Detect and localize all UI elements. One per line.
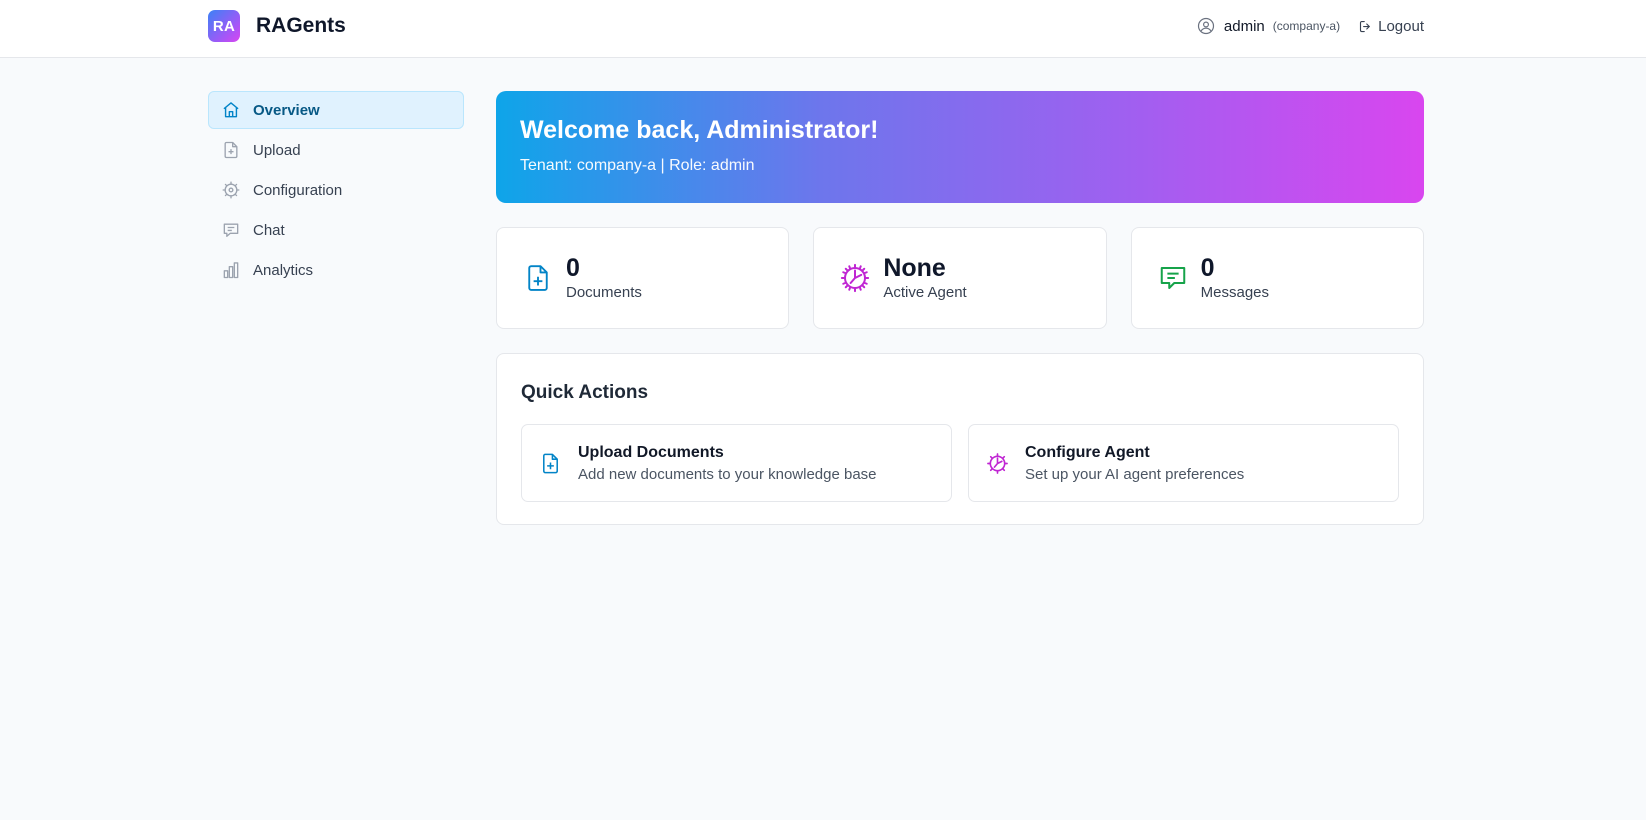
username: admin — [1223, 17, 1265, 35]
app-title: RAGents — [256, 14, 346, 37]
sidebar-item-analytics[interactable]: Analytics — [208, 251, 464, 289]
welcome-banner: Welcome back, Administrator! Tenant: com… — [496, 91, 1424, 203]
tenant-tag: (company-a) — [1272, 19, 1341, 33]
bar-chart-icon — [223, 262, 239, 279]
stat-card-active-agent: None Active Agent — [813, 227, 1107, 329]
upload-documents-action[interactable]: Upload Documents Add new documents to yo… — [521, 424, 952, 502]
stat-value: 0 — [566, 254, 580, 282]
quick-actions-list: Upload Documents Add new documents to yo… — [521, 424, 1399, 502]
gear-icon — [987, 452, 1008, 474]
stat-card-documents: 0 Documents — [496, 227, 790, 329]
file-plus-icon — [224, 141, 238, 159]
sidebar: Overview Upload Configuration Chat Analy… — [208, 91, 464, 291]
file-plus-icon — [528, 265, 548, 291]
quick-actions-title: Quick Actions — [521, 382, 649, 403]
logo-badge[interactable]: RA — [208, 10, 240, 42]
stats-row: 0 Documents None Active Agent 0 Messages — [496, 227, 1424, 329]
sidebar-item-configuration[interactable]: Configuration — [208, 171, 464, 209]
stat-label: Documents — [566, 284, 642, 301]
welcome-title: Welcome back, Administrator! — [520, 116, 879, 144]
stat-value: 0 — [1200, 254, 1215, 282]
welcome-subtitle: Tenant: company-a | Role: admin — [520, 157, 755, 174]
action-title: Upload Documents — [578, 443, 724, 461]
top-bar: RA RAGents admin (company-a) Logout — [0, 0, 1646, 58]
stat-value: None — [883, 254, 946, 282]
action-description: Add new documents to your knowledge base — [578, 465, 877, 483]
logout-label: Logout — [1378, 17, 1424, 35]
main-content: Welcome back, Administrator! Tenant: com… — [496, 91, 1424, 525]
quick-actions-panel: Quick Actions Upload Documents Add new d… — [496, 353, 1424, 525]
gear-icon — [222, 181, 240, 199]
user-area: admin (company-a) Logout — [1197, 16, 1424, 36]
logout-icon — [1360, 20, 1370, 32]
sidebar-item-label: Configuration — [253, 181, 343, 199]
sidebar-item-label: Analytics — [253, 261, 314, 279]
chat-icon — [1160, 267, 1185, 289]
home-icon — [223, 102, 239, 118]
sidebar-item-label: Chat — [253, 221, 285, 239]
sidebar-item-chat[interactable]: Chat — [208, 211, 464, 249]
configure-agent-action[interactable]: Configure Agent Set up your AI agent pre… — [968, 424, 1399, 502]
sidebar-item-overview[interactable]: Overview — [208, 91, 464, 129]
stat-label: Messages — [1200, 284, 1270, 301]
user-circle-icon — [1197, 17, 1214, 35]
logout-button[interactable]: Logout — [1358, 18, 1424, 35]
sidebar-item-upload[interactable]: Upload — [208, 131, 464, 169]
stat-label: Active Agent — [883, 284, 967, 301]
gear-icon — [841, 263, 870, 293]
action-title: Configure Agent — [1025, 443, 1150, 461]
stat-card-messages: 0 Messages — [1130, 227, 1424, 329]
chat-icon — [223, 223, 239, 237]
action-description: Set up your AI agent preferences — [1025, 465, 1245, 483]
sidebar-item-label: Overview — [253, 101, 320, 119]
sidebar-item-label: Upload — [253, 141, 301, 159]
file-plus-icon — [543, 453, 558, 473]
